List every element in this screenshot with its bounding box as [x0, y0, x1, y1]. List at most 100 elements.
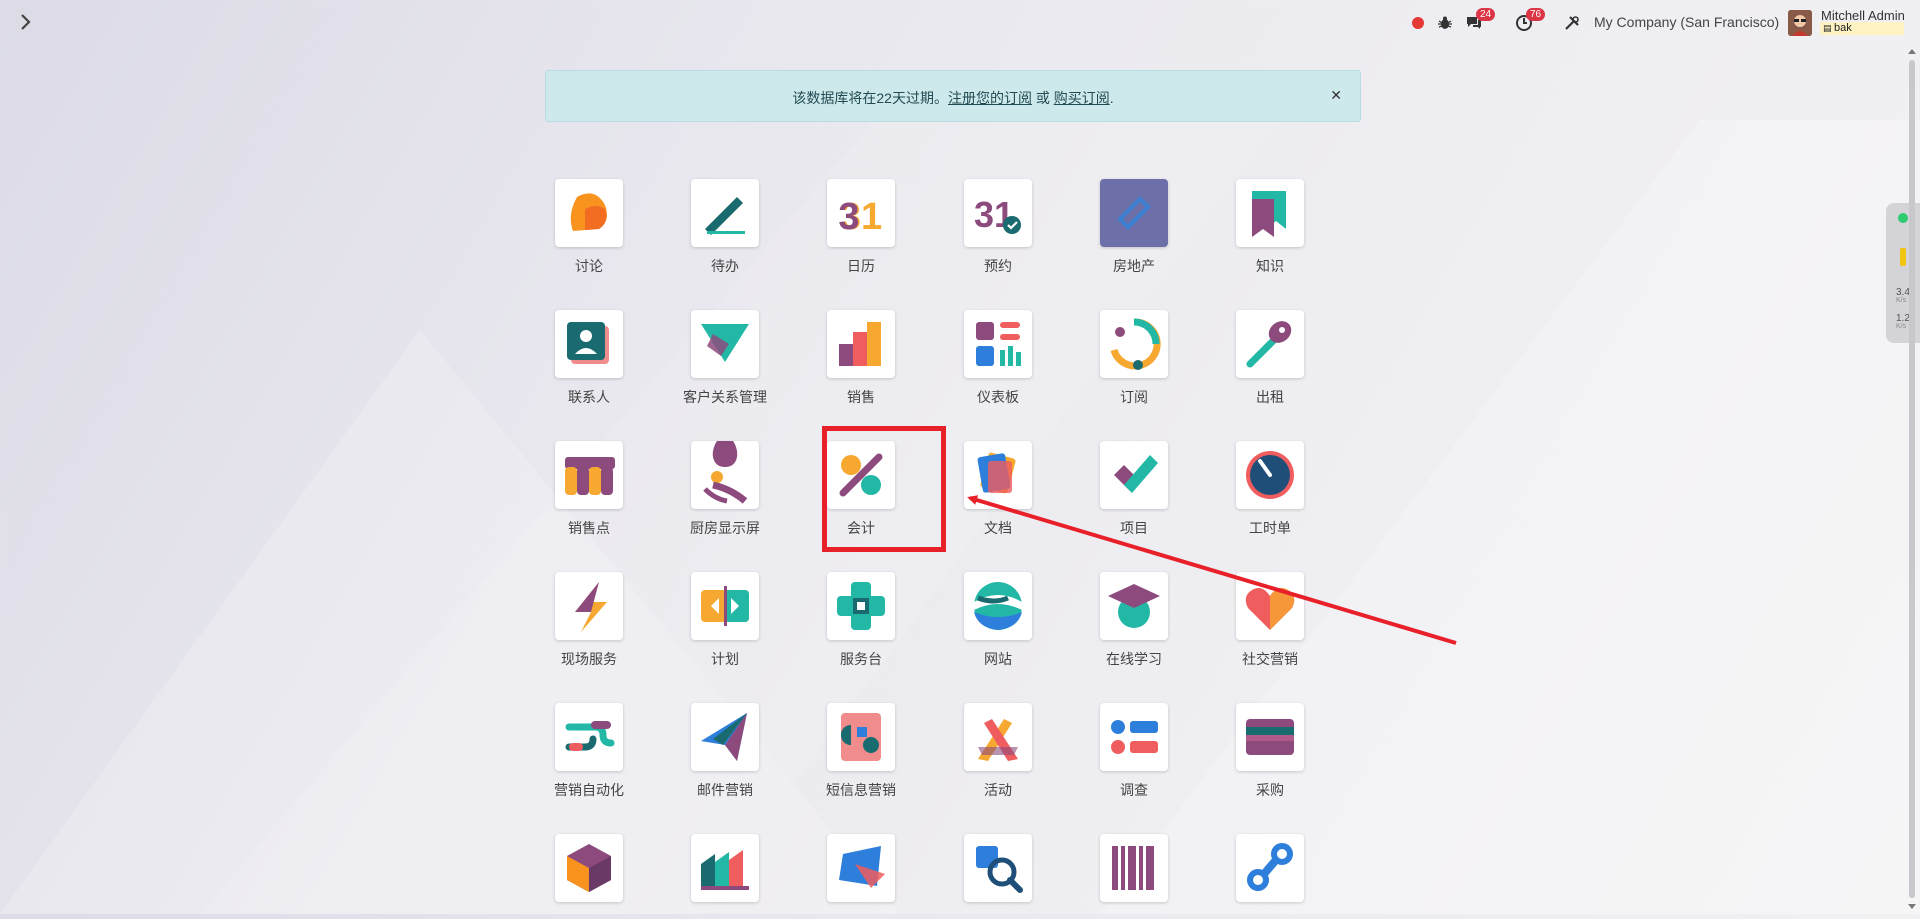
documents-icon [964, 441, 1032, 509]
banner-or: 或 [1031, 90, 1054, 106]
app-pos[interactable]: 销售点 [534, 441, 644, 538]
barcode-icon [1100, 834, 1168, 902]
app-discuss[interactable]: 讨论 [534, 179, 644, 276]
app-helpdesk[interactable]: 服务台 [806, 572, 916, 669]
database-name: ▤ bak [1820, 22, 1904, 35]
buy-subscription-link[interactable]: 购买订阅 [1054, 90, 1110, 106]
kitchen-display-icon [691, 441, 759, 509]
social-marketing-icon [1236, 572, 1304, 640]
app-quality[interactable] [943, 834, 1053, 902]
app-crm[interactable]: 客户关系管理 [670, 310, 780, 407]
app-label: 仪表板 [977, 389, 1019, 405]
app-email-marketing[interactable]: 邮件营销 [670, 703, 780, 800]
app-manufacturing[interactable] [670, 834, 780, 902]
repair-icon [827, 834, 895, 902]
app-website[interactable]: 网站 [943, 572, 1053, 669]
app-label: 房地产 [1113, 258, 1155, 274]
app-planning[interactable]: 计划 [670, 572, 780, 669]
sales-icon [827, 310, 895, 378]
subscription-icon [1100, 310, 1168, 378]
database-label: bak [1834, 22, 1852, 34]
app-documents[interactable]: 文档 [943, 441, 1053, 538]
app-sms-marketing[interactable]: 短信息营销 [806, 703, 916, 800]
app-label: 工时单 [1249, 520, 1291, 536]
user-name[interactable]: Mitchell Admin [1821, 8, 1905, 23]
appointment-icon: 31 [964, 179, 1032, 247]
app-social-marketing[interactable]: 社交营销 [1215, 572, 1325, 669]
banner-end: . [1109, 90, 1114, 106]
sms-marketing-icon [827, 703, 895, 771]
tools-icon[interactable] [1562, 12, 1582, 34]
knowledge-icon [1236, 179, 1304, 247]
company-switcher[interactable]: My Company (San Francisco) [1594, 14, 1779, 30]
rental-icon [1236, 310, 1304, 378]
app-label: 文档 [984, 520, 1012, 536]
app-label: 现场服务 [561, 651, 617, 667]
todo-icon [691, 179, 759, 247]
app-label: 网站 [984, 651, 1012, 667]
chevron-right-icon[interactable] [18, 10, 38, 34]
app-timesheet[interactable]: 工时单 [1215, 441, 1325, 538]
app-label: 营销自动化 [554, 782, 624, 798]
contacts-icon [555, 310, 623, 378]
timesheet-icon [1236, 441, 1304, 509]
app-rental[interactable]: 出租 [1215, 310, 1325, 407]
app-repair[interactable] [806, 834, 916, 902]
app-dashboard[interactable]: 仪表板 [943, 310, 1053, 407]
banner-message: 该数据库将在22天过期。注册您的订阅 或 购买订阅. [546, 88, 1360, 108]
email-marketing-icon [691, 703, 759, 771]
scrollbar[interactable] [1904, 46, 1920, 914]
chat-icon[interactable]: 24 [1464, 8, 1496, 34]
app-knowledge[interactable]: 知识 [1215, 179, 1325, 276]
calendar-icon: 31 3 [827, 179, 895, 247]
app-label: 短信息营销 [826, 782, 896, 798]
bug-icon[interactable] [1436, 12, 1454, 34]
dashboard-icon [964, 310, 1032, 378]
recording-dot-icon[interactable] [1410, 12, 1426, 34]
app-label: 讨论 [575, 258, 603, 274]
app-purchase[interactable]: 采购 [1215, 703, 1325, 800]
app-project[interactable]: 项目 [1079, 441, 1189, 538]
app-label: 采购 [1256, 782, 1284, 798]
app-elearning[interactable]: 在线学习 [1079, 572, 1189, 669]
app-label: 在线学习 [1106, 651, 1162, 667]
close-icon[interactable]: ✕ [1330, 87, 1342, 104]
real-estate-icon [1100, 179, 1168, 247]
app-label: 邮件营销 [697, 782, 753, 798]
app-marketing-automation[interactable]: 营销自动化 [534, 703, 644, 800]
expiration-banner: 该数据库将在22天过期。注册您的订阅 或 购买订阅. ✕ [545, 70, 1361, 122]
project-icon [1100, 441, 1168, 509]
events-icon [964, 703, 1032, 771]
app-events[interactable]: 活动 [943, 703, 1053, 800]
app-label: 销售点 [568, 520, 610, 536]
app-barcode[interactable] [1079, 834, 1189, 902]
app-appointment[interactable]: 31 预约 [943, 179, 1053, 276]
app-label: 会计 [847, 520, 875, 536]
app-label: 厨房显示屏 [690, 520, 760, 536]
app-label: 知识 [1256, 258, 1284, 274]
app-sales[interactable]: 销售 [806, 310, 916, 407]
avatar[interactable] [1788, 10, 1812, 36]
purchase-icon [1236, 703, 1304, 771]
quality-icon [964, 834, 1032, 902]
app-label: 日历 [847, 258, 875, 274]
pos-icon [555, 441, 623, 509]
app-field-service[interactable]: 现场服务 [534, 572, 644, 669]
app-label: 项目 [1120, 520, 1148, 536]
app-contacts[interactable]: 联系人 [534, 310, 644, 407]
app-subscription[interactable]: 订阅 [1079, 310, 1189, 407]
app-calendar[interactable]: 31 3 日历 [806, 179, 916, 276]
app-inventory[interactable] [534, 834, 644, 902]
app-todo[interactable]: 待办 [670, 179, 780, 276]
register-subscription-link[interactable]: 注册您的订阅 [948, 90, 1032, 106]
app-plm[interactable] [1215, 834, 1325, 902]
app-label: 待办 [711, 258, 739, 274]
app-label: 调查 [1120, 782, 1148, 798]
app-surveys[interactable]: 调查 [1079, 703, 1189, 800]
app-label: 客户关系管理 [683, 389, 767, 405]
app-accounting[interactable]: 会计 [806, 441, 916, 538]
app-real-estate[interactable]: 房地产 [1079, 179, 1189, 276]
app-kitchen-display[interactable]: 厨房显示屏 [670, 441, 780, 538]
activity-clock-icon[interactable]: 76 [1514, 8, 1546, 34]
field-service-icon [555, 572, 623, 640]
